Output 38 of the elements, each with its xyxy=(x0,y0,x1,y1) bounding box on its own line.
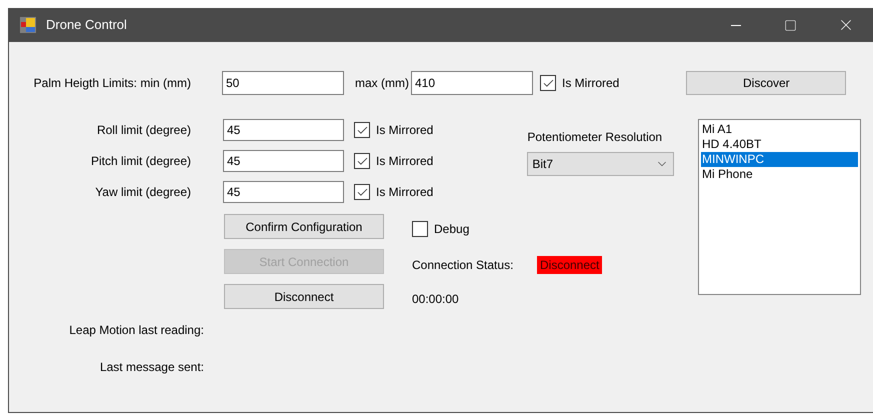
action-button[interactable]: Disconnect xyxy=(224,284,384,309)
resolution-dropdown[interactable]: Bit7 xyxy=(527,152,674,176)
connection-status-label: Connection Status: xyxy=(412,257,514,274)
elapsed-time: 00:00:00 xyxy=(412,291,460,308)
minimize-icon xyxy=(730,24,740,26)
checkbox[interactable] xyxy=(354,184,370,200)
debug-label: Debug xyxy=(434,221,470,238)
connection-status: Disconnect xyxy=(537,256,602,274)
window-title: Drone Control xyxy=(46,16,127,34)
limit-label: Yaw limit (degree) xyxy=(94,184,191,201)
discover-button[interactable]: Discover xyxy=(686,71,846,95)
input-field[interactable]: 410 xyxy=(411,71,533,95)
checkbox[interactable] xyxy=(540,75,556,91)
limit-label: Pitch limit (degree) xyxy=(90,153,191,170)
action-button[interactable]: Confirm Configuration xyxy=(224,214,384,239)
input-field[interactable]: 45 xyxy=(223,119,344,141)
mirrored-label: Is Mirrored xyxy=(376,122,434,139)
checkbox[interactable] xyxy=(354,122,370,138)
checkbox[interactable] xyxy=(354,153,370,169)
limit-label: Roll limit (degree) xyxy=(96,122,191,139)
mirrored-label: Is Mirrored xyxy=(376,153,434,170)
reading-label: Leap Motion last reading: xyxy=(68,322,204,339)
reading-label: Last message sent: xyxy=(98,359,204,376)
mirrored-label: Is Mirrored xyxy=(562,75,620,92)
checkbox[interactable] xyxy=(412,221,428,237)
input-field[interactable]: 45 xyxy=(223,150,344,172)
input-field[interactable]: 45 xyxy=(223,181,344,203)
device-item[interactable]: Mi Phone xyxy=(701,167,858,182)
app-icon xyxy=(20,17,36,33)
potentiometer-label: Potentiometer Resolution xyxy=(527,129,664,146)
max-label: max (mm) xyxy=(355,75,410,92)
palm-height-label: Palm Heigth Limits: min (mm) xyxy=(32,75,191,92)
device-item[interactable]: HD 4.40BT xyxy=(701,137,858,152)
device-item[interactable]: Mi A1 xyxy=(701,122,858,137)
device-item[interactable]: MINWINPC xyxy=(701,152,858,167)
maximize-icon xyxy=(784,18,797,32)
input-field[interactable]: 50 xyxy=(222,71,344,95)
mirrored-label: Is Mirrored xyxy=(376,184,434,201)
